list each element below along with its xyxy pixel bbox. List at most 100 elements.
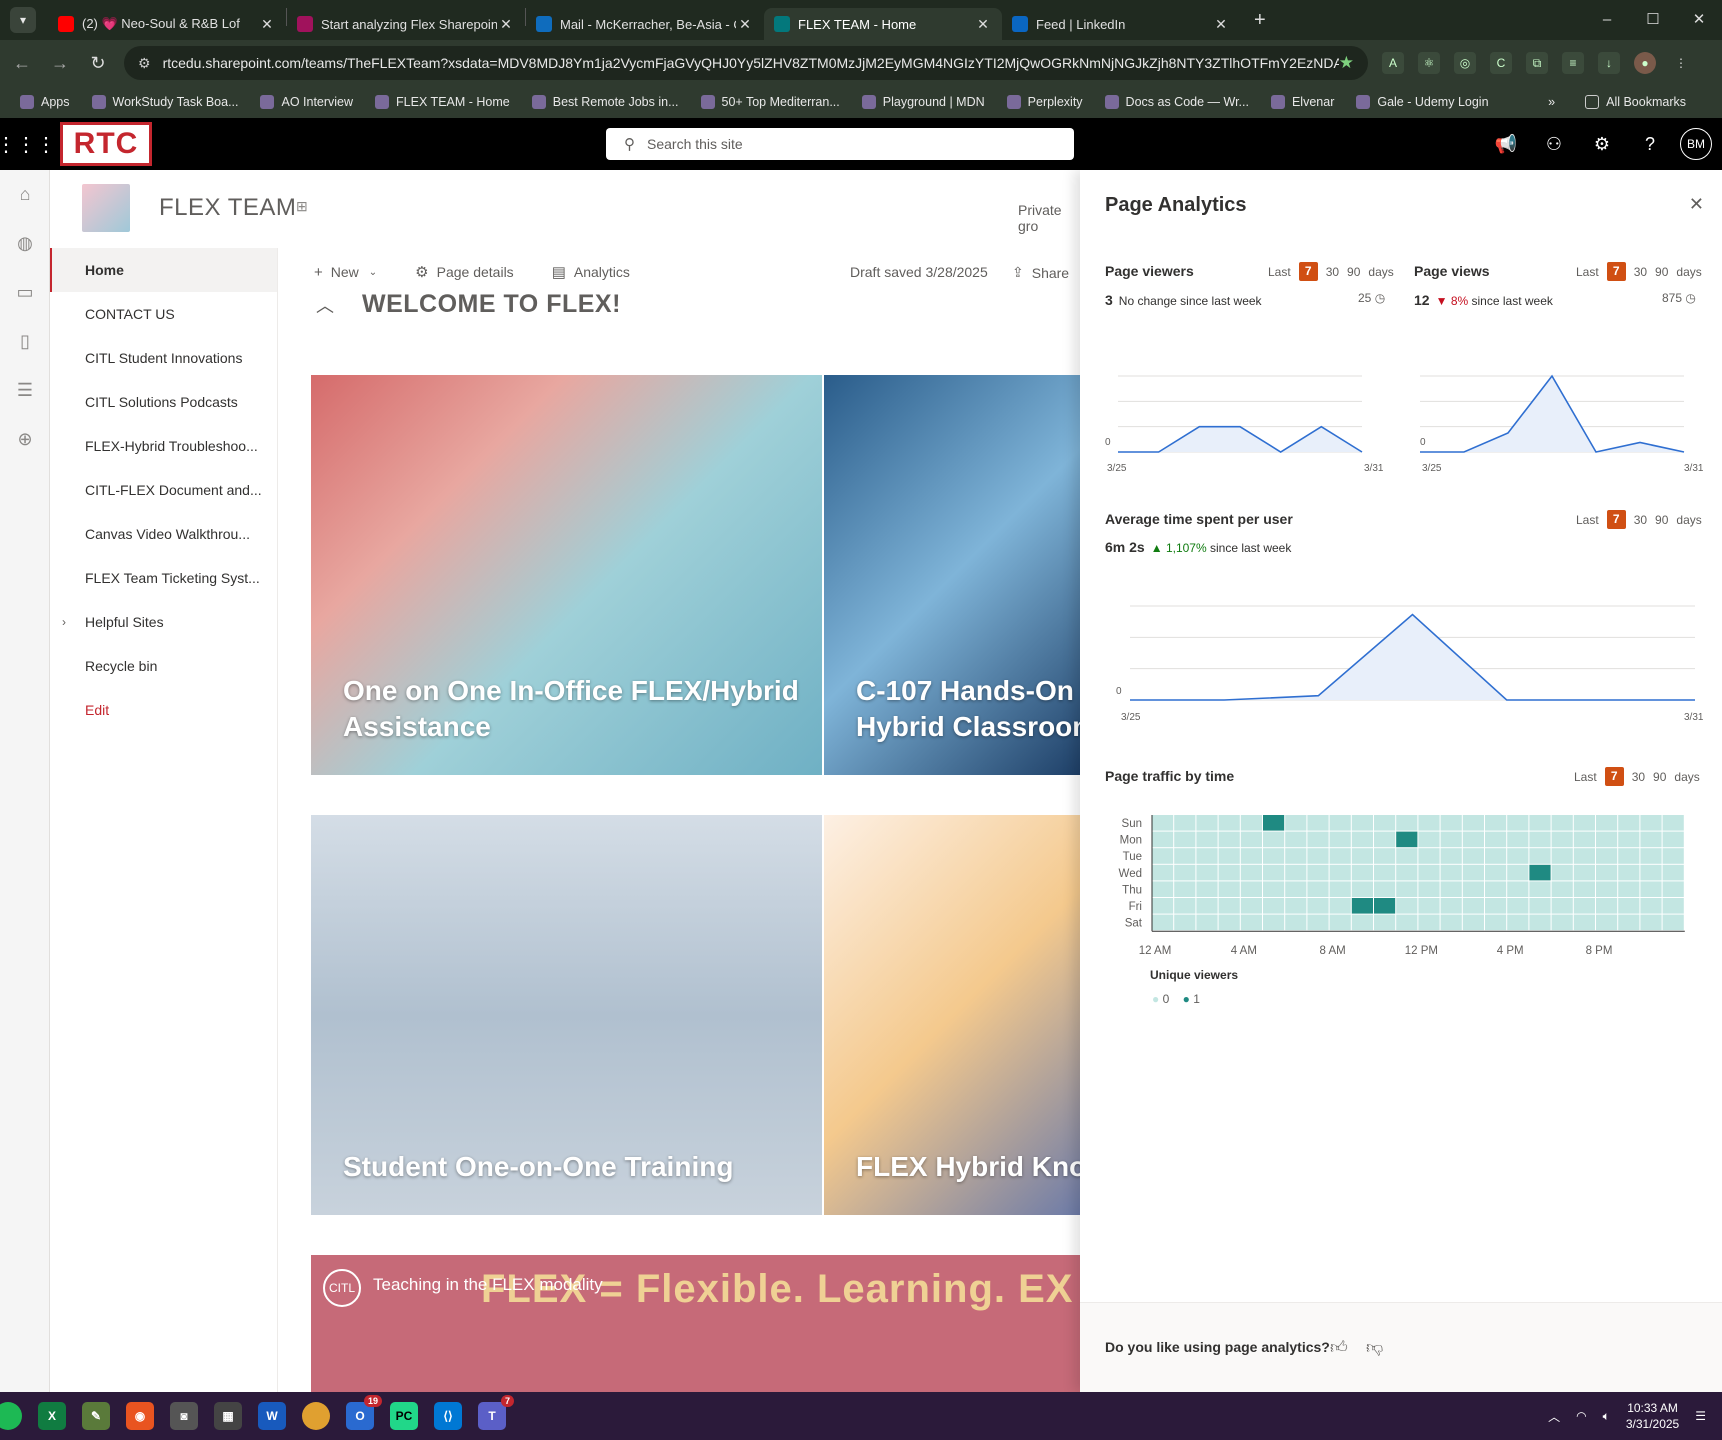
- new-button[interactable]: + New ⌄: [314, 264, 377, 281]
- bookmark-item[interactable]: WorkStudy Task Boa...: [91, 95, 238, 109]
- page-details-button[interactable]: ⚙ Page details: [415, 263, 514, 281]
- close-tab-icon[interactable]: ✕: [497, 16, 515, 33]
- period-7-option[interactable]: 7: [1298, 262, 1318, 281]
- home-icon[interactable]: ⌂: [0, 170, 50, 219]
- pycharm-icon[interactable]: PC: [390, 1402, 418, 1430]
- period-30-option[interactable]: 30: [1634, 265, 1647, 279]
- clock[interactable]: 10:33 AM 3/31/2025: [1626, 1400, 1679, 1432]
- camera-icon[interactable]: ◙: [170, 1402, 198, 1430]
- thumbs-up-icon[interactable]: 👍︎: [1330, 1337, 1348, 1358]
- menu-icon[interactable]: ⋮: [1670, 52, 1692, 74]
- bookmark-item[interactable]: Best Remote Jobs in...: [531, 95, 679, 109]
- close-icon[interactable]: ✕: [1689, 194, 1704, 215]
- profile-avatar[interactable]: ●: [1634, 52, 1656, 74]
- word-icon[interactable]: W: [258, 1402, 286, 1430]
- minimize-button[interactable]: –: [1584, 0, 1630, 40]
- browser-tab[interactable]: Mail - McKerracher, Be-Asia - O ✕: [526, 8, 764, 40]
- site-title[interactable]: FLEX TEAM: [159, 194, 296, 222]
- close-tab-icon[interactable]: ✕: [736, 16, 754, 33]
- site-info-icon[interactable]: ⚙: [138, 55, 151, 72]
- nav-edit-link[interactable]: Edit: [50, 688, 277, 732]
- megaphone-icon[interactable]: 📢: [1482, 134, 1530, 155]
- bookmark-item[interactable]: FLEX TEAM - Home: [375, 95, 510, 109]
- react-devtools-icon[interactable]: ⚛: [1418, 52, 1440, 74]
- nav-item-canvas-video-walkthrough[interactable]: Canvas Video Walkthrou...: [50, 512, 277, 556]
- notepad-icon[interactable]: ✎: [82, 1402, 110, 1430]
- period-30-option[interactable]: 30: [1326, 265, 1339, 279]
- browser-tab[interactable]: FLEX TEAM - Home ✕: [764, 8, 1002, 40]
- collapse-section-icon[interactable]: ︿: [316, 292, 334, 318]
- close-tab-icon[interactable]: ✕: [1212, 16, 1230, 33]
- browser-tab[interactable]: Start analyzing Flex Sharepoint ✕: [287, 8, 525, 40]
- share-feedback-icon[interactable]: ⚇: [1530, 134, 1578, 155]
- all-bookmarks-folder[interactable]: All Bookmarks: [1585, 95, 1686, 109]
- bookmark-item[interactable]: Docs as Code — Wr...: [1104, 95, 1249, 109]
- globe-icon[interactable]: ◍: [0, 219, 50, 268]
- period-30-option[interactable]: 30: [1634, 513, 1647, 527]
- user-avatar[interactable]: BM: [1680, 128, 1712, 160]
- thumbs-down-icon[interactable]: 👎︎: [1366, 1337, 1383, 1358]
- chrome-icon[interactable]: [302, 1402, 330, 1430]
- ubuntu-icon[interactable]: ◉: [126, 1402, 154, 1430]
- hero-tile[interactable]: One on One In-Office FLEX/Hybrid Assistan…: [311, 375, 822, 775]
- bookmark-item[interactable]: AO Interview: [260, 95, 353, 109]
- outlook-icon[interactable]: O 19: [346, 1395, 382, 1430]
- hero-tile[interactable]: Student One-on-One Training: [311, 815, 822, 1215]
- notifications-icon[interactable]: ☰: [1695, 1409, 1706, 1423]
- period-90-option[interactable]: 90: [1655, 265, 1668, 279]
- excel-icon[interactable]: X: [38, 1402, 66, 1430]
- tray-chevron-icon[interactable]: ︿: [1548, 1408, 1560, 1425]
- news-icon[interactable]: ▭: [0, 268, 50, 317]
- bookmark-item[interactable]: Elvenar: [1270, 95, 1334, 109]
- bookmark-item[interactable]: Playground | MDN: [861, 95, 985, 109]
- nav-item-helpful-sites[interactable]: › Helpful Sites: [50, 600, 277, 644]
- share-button[interactable]: ⇪ Share: [1012, 264, 1069, 281]
- vscode-icon[interactable]: ⟨⟩: [434, 1402, 462, 1430]
- hero-tile[interactable]: C-107 Hands-On T Hybrid Classroom: [824, 375, 1084, 775]
- period-7-option[interactable]: 7: [1606, 510, 1626, 529]
- nav-item-flex-hybrid-troubleshooting[interactable]: FLEX-Hybrid Troubleshoo...: [50, 424, 277, 468]
- address-bar[interactable]: ⚙ rtcedu.sharepoint.com/teams/TheFLEXTea…: [124, 46, 1368, 80]
- analytics-button[interactable]: ▤ Analytics: [552, 263, 630, 281]
- teams-icon[interactable]: T7: [478, 1395, 514, 1430]
- volume-icon[interactable]: 🔈︎: [1603, 1409, 1610, 1424]
- calculator-icon[interactable]: ▦: [214, 1402, 242, 1430]
- close-tab-icon[interactable]: ✕: [974, 16, 992, 33]
- period-90-option[interactable]: 90: [1347, 265, 1360, 279]
- extension-icon[interactable]: ◎: [1454, 52, 1476, 74]
- bookmark-item[interactable]: Perplexity: [1006, 95, 1083, 109]
- bookmark-item[interactable]: 50+ Top Mediterran...: [700, 95, 840, 109]
- nav-item-citl-flex-document[interactable]: CITL-FLEX Document and...: [50, 468, 277, 512]
- browser-tab[interactable]: Feed | LinkedIn ✕: [1002, 8, 1240, 40]
- hero-tile[interactable]: FLEX Hybrid Know: [824, 815, 1084, 1215]
- extensions-puzzle-icon[interactable]: ⧉: [1526, 52, 1548, 74]
- tab-search-button[interactable]: ▾: [10, 7, 36, 33]
- url-text[interactable]: rtcedu.sharepoint.com/teams/TheFLEXTeam?…: [163, 55, 1339, 71]
- chevron-right-icon[interactable]: ›: [62, 615, 66, 629]
- site-search-input[interactable]: ⚲ Search this site: [606, 128, 1074, 160]
- nav-item-ticketing-system[interactable]: FLEX Team Ticketing Syst...: [50, 556, 277, 600]
- create-icon[interactable]: ⊕: [0, 415, 50, 464]
- nav-item-citl-solutions-podcasts[interactable]: CITL Solutions Podcasts: [50, 380, 277, 424]
- video-embed[interactable]: FLEX = Flexible. Learning. EX CITL Teach…: [311, 1255, 1084, 1392]
- nav-item-home[interactable]: Home: [50, 248, 277, 292]
- reading-list-icon[interactable]: ≡: [1562, 52, 1584, 74]
- maximize-button[interactable]: ☐: [1630, 0, 1676, 40]
- app-launcher-icon[interactable]: ⋮⋮⋮: [0, 118, 56, 170]
- bookmark-star-icon[interactable]: ★: [1339, 53, 1354, 73]
- forward-button[interactable]: →: [44, 53, 76, 74]
- teams-icon[interactable]: ⊞: [296, 198, 308, 215]
- reload-button[interactable]: ↻: [82, 53, 114, 74]
- bookmark-item[interactable]: Gale - Udemy Login: [1356, 95, 1489, 109]
- period-7-option[interactable]: 7: [1606, 262, 1626, 281]
- back-button[interactable]: ←: [6, 53, 38, 74]
- org-logo[interactable]: RTC: [60, 122, 152, 166]
- close-tab-icon[interactable]: ✕: [258, 16, 276, 33]
- browser-tab[interactable]: (2) 💗 Neo-Soul & R&B Lof ✕: [48, 8, 286, 40]
- extension-icon[interactable]: C: [1490, 52, 1512, 74]
- lists-icon[interactable]: ☰: [0, 366, 50, 415]
- nav-item-citl-student-innovations[interactable]: CITL Student Innovations: [50, 336, 277, 380]
- period-30-option[interactable]: 30: [1632, 770, 1645, 784]
- bookmark-item[interactable]: Apps: [20, 95, 70, 109]
- downloads-icon[interactable]: ↓: [1598, 52, 1620, 74]
